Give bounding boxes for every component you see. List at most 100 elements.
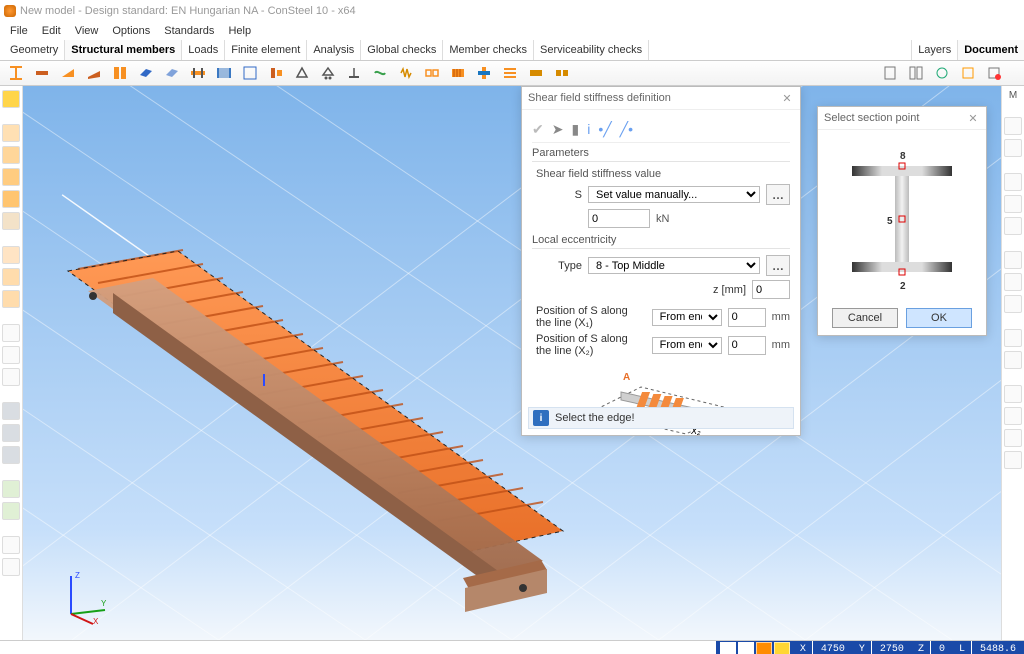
ltool-12-icon[interactable] [2, 402, 20, 420]
tab-structural-members[interactable]: Structural members [65, 40, 182, 60]
doc-btn2-icon[interactable] [904, 62, 928, 84]
tool-taper-icon[interactable] [82, 62, 106, 84]
menu-options[interactable]: Options [106, 24, 156, 38]
status-icon-2[interactable] [738, 642, 754, 654]
section-dialog-close-icon[interactable]: ✕ [966, 111, 980, 125]
rtool-13-icon[interactable] [1004, 429, 1022, 447]
menu-view[interactable]: View [69, 24, 105, 38]
tool-isol-icon[interactable] [550, 62, 574, 84]
tab-analysis[interactable]: Analysis [307, 40, 361, 60]
tool-release-icon[interactable] [368, 62, 392, 84]
ltool-4-icon[interactable] [2, 190, 20, 208]
rtool-14-icon[interactable] [1004, 451, 1022, 469]
tool-haunch-icon[interactable] [56, 62, 80, 84]
tab-geometry[interactable]: Geometry [4, 40, 65, 60]
tool-plate-icon[interactable] [134, 62, 158, 84]
tool-frame-icon[interactable] [238, 62, 262, 84]
tab-member-checks[interactable]: Member checks [443, 40, 534, 60]
posB-value-input[interactable] [728, 336, 766, 355]
ltool-13-icon[interactable] [2, 424, 20, 442]
pointer-icon[interactable]: ➤ [552, 122, 564, 136]
stiffness-more-button[interactable]: … [766, 184, 790, 205]
rtool-12-icon[interactable] [1004, 407, 1022, 425]
tool-slab-icon[interactable] [524, 62, 548, 84]
viewport-3d[interactable]: Z Y X Shear field stiffness definition ✕… [23, 86, 1001, 640]
doc-btn3-icon[interactable] [930, 62, 954, 84]
tool-support-fixed-icon[interactable] [342, 62, 366, 84]
ltool-11-icon[interactable] [2, 368, 20, 386]
ltool-18-icon[interactable] [2, 558, 20, 576]
tool-section-icon[interactable] [4, 62, 28, 84]
menu-edit[interactable]: Edit [36, 24, 67, 38]
menu-file[interactable]: File [4, 24, 34, 38]
rtool-8-icon[interactable] [1004, 295, 1022, 313]
tab-finite-element[interactable]: Finite element [225, 40, 307, 60]
ltool-1-icon[interactable] [2, 124, 20, 142]
tool-cut-icon[interactable] [472, 62, 496, 84]
ltool-17-icon[interactable] [2, 536, 20, 554]
tool-support-roller-icon[interactable] [316, 62, 340, 84]
rtool-5-icon[interactable] [1004, 217, 1022, 235]
tab-global-checks[interactable]: Global checks [361, 40, 443, 60]
ltool-7-icon[interactable] [2, 268, 20, 286]
ltool-16-icon[interactable] [2, 502, 20, 520]
section-ok-button[interactable]: OK [906, 308, 972, 328]
ecc-more-button[interactable]: … [766, 255, 790, 276]
rtool-10-icon[interactable] [1004, 351, 1022, 369]
ltool-5-icon[interactable] [2, 212, 20, 230]
rtool-1-icon[interactable] [1004, 117, 1022, 135]
shear-dialog-close-icon[interactable]: ✕ [780, 91, 794, 105]
rtool-7-icon[interactable] [1004, 273, 1022, 291]
ltool-6-icon[interactable] [2, 246, 20, 264]
ltool-15-icon[interactable] [2, 480, 20, 498]
ltool-8-icon[interactable] [2, 290, 20, 308]
tool-connection-icon[interactable] [264, 62, 288, 84]
ltool-2-icon[interactable] [2, 146, 20, 164]
rtool-9-icon[interactable] [1004, 329, 1022, 347]
ecc-type-combo[interactable]: 8 - Top Middle [588, 257, 760, 274]
tool-plate2-icon[interactable] [160, 62, 184, 84]
tab-document[interactable]: Document [957, 40, 1024, 60]
stiffness-value-input[interactable] [588, 209, 650, 228]
ltool-save-icon[interactable] [2, 90, 20, 108]
ecc-z-input[interactable] [752, 280, 790, 299]
tool-member-icon[interactable] [30, 62, 54, 84]
tool-shearfield-icon[interactable] [446, 62, 470, 84]
doc-btn4-icon[interactable] [956, 62, 980, 84]
rtool-4-icon[interactable] [1004, 195, 1022, 213]
info-icon[interactable]: i [587, 122, 590, 136]
rtool-11-icon[interactable] [1004, 385, 1022, 403]
tab-loads[interactable]: Loads [182, 40, 225, 60]
endpoint2-icon[interactable]: ╱• [620, 122, 633, 136]
ltool-10-icon[interactable] [2, 346, 20, 364]
section-cancel-button[interactable]: Cancel [832, 308, 898, 328]
tool-diaphragm-icon[interactable] [186, 62, 210, 84]
section-canvas[interactable]: 8 5 2 [826, 138, 978, 300]
tool-support-pin-icon[interactable] [290, 62, 314, 84]
tool-wall-icon[interactable] [212, 62, 236, 84]
tab-serviceability[interactable]: Serviceability checks [534, 40, 649, 60]
doc-btn5-icon[interactable] [982, 62, 1006, 84]
endpoint1-icon[interactable]: •╱ [598, 122, 611, 136]
doc-btn1-icon[interactable] [878, 62, 902, 84]
menu-standards[interactable]: Standards [158, 24, 220, 38]
ltool-9-icon[interactable] [2, 324, 20, 342]
rtool-3-icon[interactable] [1004, 173, 1022, 191]
ltool-3-icon[interactable] [2, 168, 20, 186]
tool-spring-icon[interactable] [394, 62, 418, 84]
align-icon[interactable]: ▮ [571, 122, 579, 136]
status-icon-warn[interactable] [756, 642, 772, 654]
rtool-6-icon[interactable] [1004, 251, 1022, 269]
confirm-icon[interactable]: ✔ [532, 122, 544, 136]
posB-from-combo[interactable]: From end B [652, 337, 722, 354]
tool-link-icon[interactable] [420, 62, 444, 84]
tool-purlin-icon[interactable] [498, 62, 522, 84]
menu-help[interactable]: Help [222, 24, 257, 38]
ltool-14-icon[interactable] [2, 446, 20, 464]
tab-layers[interactable]: Layers [911, 40, 957, 60]
stiffness-mode-combo[interactable]: Set value manually... [588, 186, 760, 203]
posA-value-input[interactable] [728, 308, 766, 327]
status-icon-info[interactable] [774, 642, 790, 654]
posA-from-combo[interactable]: From end A [652, 309, 722, 326]
tool-builtup-icon[interactable] [108, 62, 132, 84]
